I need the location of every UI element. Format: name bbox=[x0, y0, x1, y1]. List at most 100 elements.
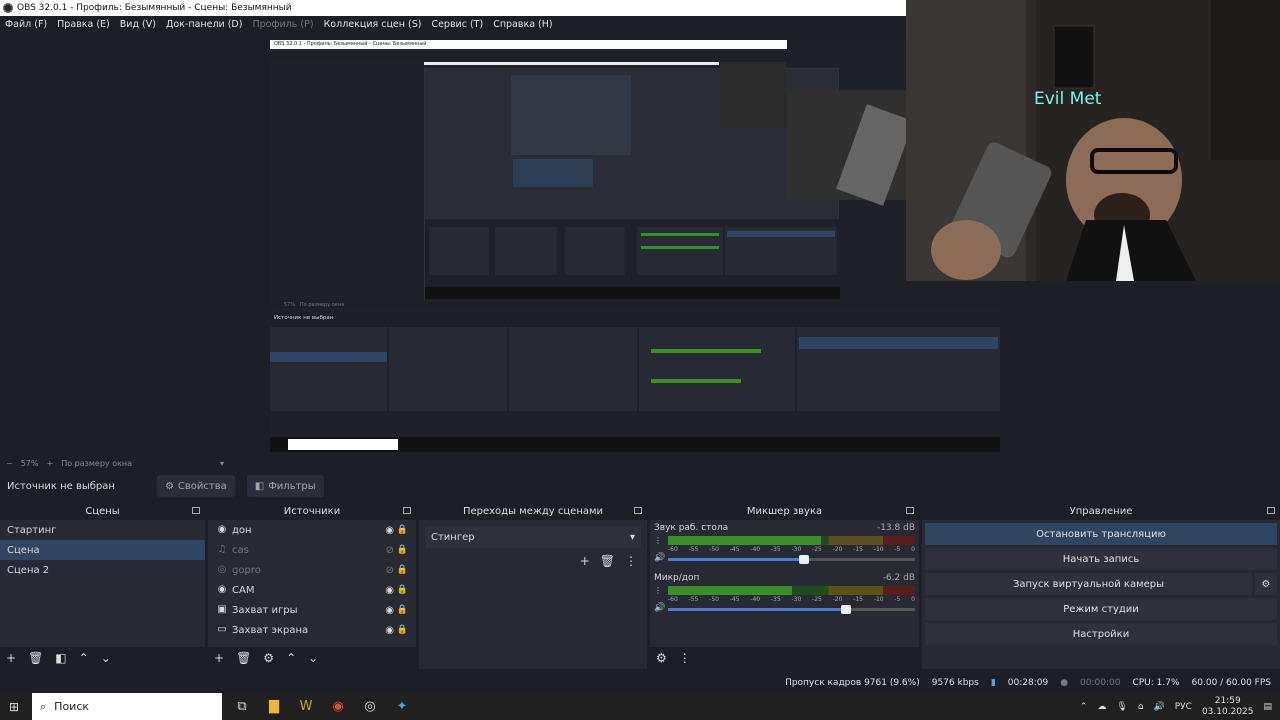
chevron-down-icon[interactable]: ▾ bbox=[220, 459, 224, 468]
scenes-dock-header: Сцены bbox=[0, 503, 205, 520]
gear-icon[interactable]: ⚙ bbox=[1255, 573, 1277, 595]
visibility-eye-icon[interactable]: ◉ bbox=[385, 605, 394, 616]
source-item[interactable]: ♫ cas ⊘ 🔒 bbox=[208, 540, 416, 560]
add-scene-button[interactable]: + bbox=[6, 651, 16, 665]
notifications-icon[interactable]: ▤ bbox=[1263, 702, 1272, 712]
lock-icon[interactable]: 🔒 bbox=[397, 605, 408, 615]
cloud-icon[interactable]: ☁ bbox=[1097, 702, 1106, 712]
speaker-icon[interactable]: 🔊 bbox=[1154, 702, 1165, 712]
record-time: 00:00:00 bbox=[1080, 678, 1121, 688]
speaker-icon[interactable]: 🔊 bbox=[654, 553, 665, 563]
source-item[interactable]: ◉ дон ◉ 🔒 bbox=[208, 520, 416, 540]
undock-icon[interactable] bbox=[634, 507, 642, 514]
volume-slider-handle[interactable] bbox=[840, 605, 851, 614]
move-up-icon[interactable]: ⌃ bbox=[79, 651, 89, 665]
windows-taskbar: ⊞ ⌕ Поиск ⧉ ▇ W ◉ ◎ ✦ ⌃ ☁ 🎙 ⌂ 🔊 РУС 21:5… bbox=[0, 693, 1280, 720]
undock-icon[interactable] bbox=[192, 507, 200, 514]
undock-icon[interactable] bbox=[403, 507, 411, 514]
menu-edit[interactable]: Правка (E) bbox=[57, 19, 110, 30]
transition-value: Стингер bbox=[431, 531, 475, 543]
move-up-icon[interactable]: ⌃ bbox=[286, 651, 296, 665]
remove-scene-button[interactable]: 🗑 bbox=[28, 651, 43, 665]
source-properties-icon[interactable]: ⚙ bbox=[263, 651, 274, 665]
channel-name: Звук раб. стола bbox=[654, 523, 729, 533]
volume-slider-handle[interactable] bbox=[798, 555, 809, 564]
file-explorer-icon[interactable]: ▇ bbox=[262, 697, 286, 717]
menu-help[interactable]: Справка (H) bbox=[493, 19, 552, 30]
scene-item-selected[interactable]: Сцена bbox=[0, 540, 205, 560]
visibility-eye-icon[interactable]: ◉ bbox=[385, 585, 394, 596]
undock-icon[interactable] bbox=[906, 507, 914, 514]
undock-icon[interactable] bbox=[1267, 507, 1275, 514]
menu-tools[interactable]: Сервис (T) bbox=[431, 19, 483, 30]
lock-icon[interactable]: 🔒 bbox=[397, 525, 408, 535]
zoom-value: 57% bbox=[20, 458, 39, 468]
channel-options-icon[interactable]: ⋮ bbox=[654, 536, 662, 545]
more-options-icon[interactable]: ⋮ bbox=[625, 554, 637, 568]
menu-view[interactable]: Вид (V) bbox=[120, 19, 156, 30]
source-item[interactable]: ◉ CAM ◉ 🔒 bbox=[208, 580, 416, 600]
menu-file[interactable]: Файл (F) bbox=[5, 19, 47, 30]
studio-mode-button[interactable]: Режим студии bbox=[925, 598, 1277, 620]
obs-icon[interactable]: ◎ bbox=[358, 697, 382, 717]
lock-icon[interactable]: 🔒 bbox=[397, 565, 408, 575]
task-view-icon[interactable]: ⧉ bbox=[230, 697, 254, 717]
zoom-in-button[interactable]: + bbox=[46, 459, 53, 468]
camera-icon: ◉ bbox=[217, 584, 227, 595]
remove-source-button[interactable]: 🗑 bbox=[236, 651, 251, 665]
microphone-icon[interactable]: 🎙 bbox=[1116, 702, 1127, 712]
menu-profile[interactable]: Профиль (P) bbox=[252, 19, 313, 30]
visibility-eye-icon[interactable]: ◉ bbox=[385, 525, 394, 536]
network-icon[interactable]: ⌂ bbox=[1138, 702, 1144, 712]
clock[interactable]: 21:59 03.10.2025 bbox=[1202, 696, 1254, 718]
scale-tick: -55 bbox=[688, 546, 699, 553]
source-item[interactable]: ▣ Захват игры ◉ 🔒 bbox=[208, 600, 416, 620]
remove-transition-button[interactable]: 🗑 bbox=[600, 554, 615, 568]
tray-chevron-icon[interactable]: ⌃ bbox=[1080, 702, 1088, 712]
scene-item[interactable]: Сцена 2 bbox=[0, 560, 205, 580]
zoom-out-button[interactable]: − bbox=[6, 459, 13, 468]
menu-docks[interactable]: Док-панели (D) bbox=[166, 19, 242, 30]
scale-tick: -35 bbox=[770, 546, 781, 553]
windows-start-icon[interactable]: ⊞ bbox=[9, 700, 19, 714]
start-recording-button[interactable]: Начать запись bbox=[925, 548, 1277, 570]
lock-icon[interactable]: 🔒 bbox=[397, 545, 408, 555]
scene-filters-icon[interactable]: ◧ bbox=[55, 651, 66, 665]
filters-button[interactable]: ◧ Фильтры bbox=[246, 475, 324, 497]
move-down-icon[interactable]: ⌄ bbox=[101, 651, 111, 665]
properties-button[interactable]: ⚙ Свойства bbox=[156, 475, 235, 497]
app-w-icon[interactable]: W bbox=[294, 697, 318, 717]
visibility-hidden-icon[interactable]: ⊘ bbox=[386, 545, 394, 556]
volume-slider[interactable] bbox=[668, 555, 915, 564]
lock-icon[interactable]: 🔒 bbox=[397, 585, 408, 595]
source-list: ◉ дон ◉ 🔒 ♫ cas ⊘ 🔒 ◎ gopro ⊘ 🔒 ◉ CAM ◉ 🔒 ▣ Захват иг… bbox=[208, 520, 416, 640]
add-transition-button[interactable]: + bbox=[580, 554, 590, 568]
lock-icon[interactable]: 🔒 bbox=[397, 625, 408, 635]
start-virtual-camera-button[interactable]: Запуск виртуальной камеры bbox=[925, 573, 1252, 595]
settings-button[interactable]: Настройки bbox=[925, 623, 1277, 645]
chrome-icon[interactable]: ◉ bbox=[326, 697, 350, 717]
move-down-icon[interactable]: ⌄ bbox=[308, 651, 318, 665]
language-indicator[interactable]: РУС bbox=[1175, 702, 1192, 712]
taskbar-search[interactable]: ⌕ Поиск bbox=[32, 693, 222, 720]
zoom-fit-select[interactable]: По размеру окна bbox=[61, 459, 132, 468]
source-item[interactable]: ◎ gopro ⊘ 🔒 bbox=[208, 560, 416, 580]
transition-select[interactable]: Стингер ▾ bbox=[425, 526, 641, 548]
source-item[interactable]: ▭ Захват экрана ◉ 🔒 bbox=[208, 620, 416, 640]
steam-icon[interactable]: ✦ bbox=[390, 697, 414, 717]
volume-slider[interactable] bbox=[668, 605, 915, 614]
channel-options-icon[interactable]: ⋮ bbox=[654, 586, 662, 595]
more-options-icon[interactable]: ⋮ bbox=[679, 651, 691, 665]
menu-scene-collection[interactable]: Коллекция сцен (S) bbox=[324, 19, 422, 30]
monitor-icon: ▭ bbox=[217, 624, 227, 635]
nested-deep-docks bbox=[425, 219, 840, 301]
visibility-hidden-icon[interactable]: ⊘ bbox=[386, 565, 394, 576]
preview-canvas[interactable]: OBS 32.0.1 - Профиль: Безымянный - Сцены… bbox=[270, 40, 1000, 452]
add-source-button[interactable]: + bbox=[214, 651, 224, 665]
stop-streaming-button[interactable]: Остановить трансляцию bbox=[925, 523, 1277, 545]
visibility-eye-icon[interactable]: ◉ bbox=[385, 625, 394, 636]
mixer-settings-icon[interactable]: ⚙ bbox=[656, 651, 667, 665]
speaker-icon[interactable]: 🔊 bbox=[654, 603, 665, 613]
scale-tick: -10 bbox=[873, 596, 884, 603]
scene-item[interactable]: Стартинг bbox=[0, 520, 205, 540]
